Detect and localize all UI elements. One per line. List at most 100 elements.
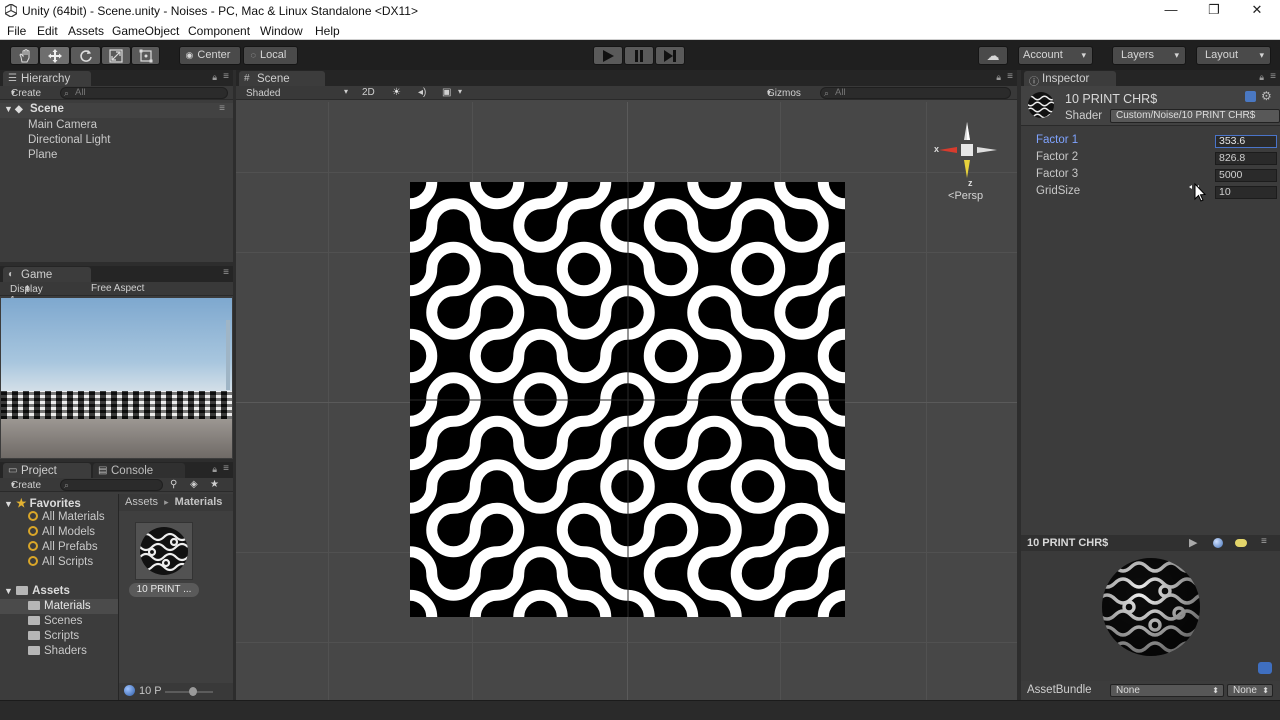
asset-thumbnail: [135, 522, 193, 580]
sphere-preview-icon[interactable]: [1213, 538, 1223, 548]
rotate-tool-button[interactable]: [70, 46, 101, 65]
layers-dropdown[interactable]: Layers ▾: [1112, 46, 1186, 65]
audio-toggle-icon[interactable]: ◂): [418, 87, 426, 98]
tab-game[interactable]: ◐ Game: [3, 267, 91, 282]
folder-item-scripts[interactable]: Scripts: [28, 630, 79, 642]
play-preview-icon[interactable]: ▶: [1189, 536, 1197, 549]
rect-tool-button[interactable]: [131, 46, 160, 65]
lock-icon[interactable]: 🔒︎: [212, 72, 217, 83]
restore-button[interactable]: ❐: [1203, 2, 1225, 20]
lock-icon[interactable]: 🔒︎: [212, 464, 217, 475]
folder-item-materials[interactable]: Materials: [28, 600, 91, 612]
tag-icon[interactable]: [1258, 662, 1272, 674]
move-tool-button[interactable]: [39, 46, 70, 65]
assetbundle-dropdown[interactable]: None ⬍: [1110, 684, 1224, 697]
hierarchy-item[interactable]: Main Camera: [0, 119, 233, 134]
layout-dropdown[interactable]: Layout ▾: [1196, 46, 1271, 65]
aspect-dropdown[interactable]: Free Aspect: [91, 283, 144, 294]
favorites-header[interactable]: ▼ ★ Favorites: [4, 496, 81, 510]
tab-inspector[interactable]: ⓘ Inspector: [1024, 71, 1116, 88]
assets-header[interactable]: ▼ Assets: [4, 585, 70, 597]
hand-tool-button[interactable]: [10, 46, 39, 65]
favorite-item[interactable]: All Prefabs: [28, 541, 98, 553]
folder-item-shaders[interactable]: Shaders: [28, 645, 87, 657]
tab-scene[interactable]: # Scene: [239, 71, 325, 86]
preview-header: 10 PRINT CHR$ ▶ ≡: [1021, 535, 1280, 551]
tab-hierarchy[interactable]: ☰ Hierarchy: [3, 71, 91, 86]
scene-root-row[interactable]: ▼ ◆ Scene ≡: [0, 103, 233, 118]
material-preview-panel: 10 PRINT CHR$ ▶ ≡ AssetBundle None ⬍ None…: [1021, 535, 1280, 700]
scene-menu-icon[interactable]: ≡: [219, 103, 225, 114]
assetbundle-variant-dropdown[interactable]: None ⬍: [1227, 684, 1273, 697]
close-button[interactable]: ✕: [1246, 2, 1268, 20]
mode-2d-toggle[interactable]: 2D: [362, 87, 375, 98]
effects-toggle-icon[interactable]: ▣: [442, 87, 451, 98]
hierarchy-search-input[interactable]: All: [60, 87, 228, 99]
gear-icon[interactable]: ⚙: [1261, 89, 1272, 103]
scene-subbar: Shaded ▾ 2D ☀ ◂) ▣ ▾ Gizmos ▾ All: [236, 86, 1017, 100]
hierarchy-item[interactable]: Directional Light: [0, 134, 233, 149]
menu-help[interactable]: Help: [315, 24, 340, 38]
collab-cloud-button[interactable]: ☁: [978, 46, 1008, 65]
panel-menu-icon[interactable]: ≡: [1270, 71, 1276, 82]
expand-arrow-icon[interactable]: ▼: [4, 104, 13, 114]
play-button[interactable]: [593, 46, 623, 65]
menu-gameobject[interactable]: GameObject: [112, 24, 179, 38]
panel-menu-icon[interactable]: ≡: [223, 267, 229, 278]
shader-dropdown[interactable]: Custom/Noise/10 PRINT CHR$: [1110, 109, 1280, 123]
favorite-item[interactable]: All Models: [28, 526, 95, 538]
pivot-center-toggle[interactable]: ◉ Center: [179, 46, 241, 65]
chevron-updown-icon: ⬍: [1212, 686, 1219, 695]
menu-window[interactable]: Window: [260, 24, 303, 38]
factor1-field[interactable]: 353.6: [1215, 135, 1277, 148]
panel-menu-icon[interactable]: ≡: [1007, 71, 1013, 82]
material-preview-sphere[interactable]: [1099, 555, 1203, 659]
pause-button[interactable]: [624, 46, 654, 65]
pivot-space-toggle[interactable]: ◌ Local: [243, 46, 298, 65]
scene-orientation-gizmo[interactable]: [931, 118, 1003, 190]
filter-label-icon[interactable]: ◈: [190, 479, 198, 490]
scene-search-input[interactable]: All: [820, 87, 1011, 99]
filter-type-icon[interactable]: ⚲: [170, 479, 177, 490]
light-preview-icon[interactable]: [1235, 539, 1247, 547]
truchet-pattern-plane[interactable]: [410, 182, 845, 617]
preview-menu-icon[interactable]: ≡: [1261, 536, 1267, 547]
breadcrumb-root[interactable]: Assets: [125, 496, 158, 508]
lock-icon[interactable]: 🔒︎: [996, 72, 1001, 83]
folder-item-scenes[interactable]: Scenes: [28, 615, 82, 627]
menu-file[interactable]: File: [7, 24, 26, 38]
step-button[interactable]: [655, 46, 685, 65]
panel-menu-icon[interactable]: ≡: [223, 463, 229, 474]
menu-assets[interactable]: Assets: [68, 24, 104, 38]
menu-edit[interactable]: Edit: [37, 24, 58, 38]
favorite-item[interactable]: All Scripts: [28, 556, 93, 568]
account-dropdown[interactable]: Account ▾: [1018, 46, 1093, 65]
hierarchy-item[interactable]: Plane: [0, 149, 233, 164]
tab-console[interactable]: ▤ Console: [93, 463, 185, 478]
factor3-field[interactable]: 5000: [1215, 169, 1277, 182]
lock-icon[interactable]: 🔒︎: [1259, 72, 1264, 83]
thumbnail-size-slider[interactable]: [165, 687, 213, 696]
slider-handle[interactable]: [189, 687, 197, 696]
pivot-label: Center: [197, 49, 231, 61]
scale-tool-button[interactable]: [101, 46, 131, 65]
gridsize-field[interactable]: 10: [1215, 186, 1277, 199]
tab-scene-label: Scene: [257, 73, 290, 85]
scene-viewport[interactable]: x z <Persp: [236, 102, 1017, 700]
lighting-toggle-icon[interactable]: ☀: [392, 87, 401, 98]
panel-menu-icon[interactable]: ≡: [223, 71, 229, 82]
tab-game-label: Game: [21, 269, 53, 281]
favorite-item[interactable]: All Materials: [28, 511, 105, 523]
unity-logo-icon: [5, 4, 17, 17]
breadcrumb-current[interactable]: Materials: [175, 496, 223, 508]
game-view-render[interactable]: [1, 298, 232, 458]
asset-tile[interactable]: 10 PRINT ...: [129, 522, 199, 598]
tab-project[interactable]: ▭ Project: [3, 463, 91, 478]
factor2-field[interactable]: 826.8: [1215, 152, 1277, 165]
menu-component[interactable]: Component: [188, 24, 250, 38]
help-book-icon[interactable]: [1245, 91, 1256, 102]
minimize-button[interactable]: —: [1160, 2, 1182, 20]
project-search-input[interactable]: [60, 479, 163, 491]
projection-persp-toggle[interactable]: <Persp: [948, 190, 983, 202]
favorite-star-icon[interactable]: ★: [210, 479, 219, 490]
